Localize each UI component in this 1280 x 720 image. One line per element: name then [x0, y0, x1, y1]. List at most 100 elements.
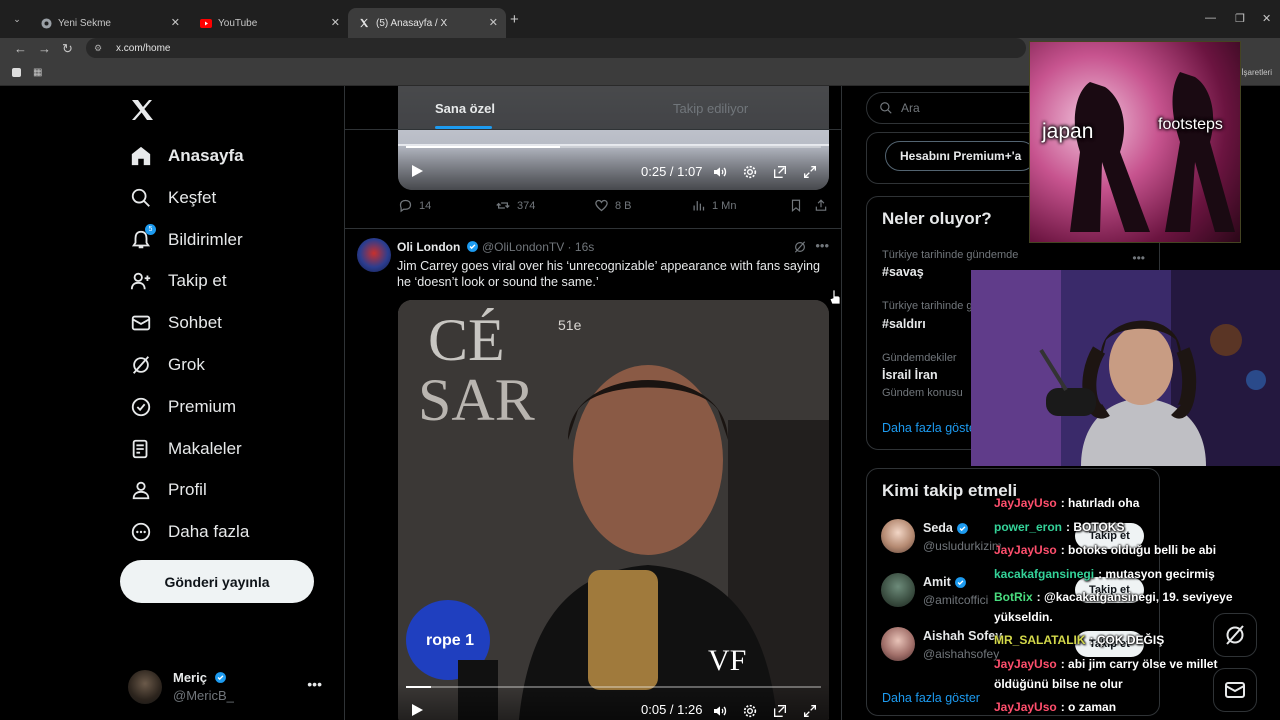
video-player[interactable]: CÉ SAR 51e rope 1 VF 0:05 / 1:26 — [398, 300, 829, 720]
more-dots-icon[interactable]: ••• — [1132, 251, 1145, 265]
chat-message: MR_SALATALIK: ÇOK DEĞIŞ — [994, 633, 1165, 647]
more-dots-icon[interactable]: ••• — [815, 238, 829, 253]
avatar[interactable] — [357, 238, 391, 272]
tab-following[interactable]: Takip ediliyor — [673, 101, 748, 116]
messages-floating-button[interactable] — [1213, 668, 1257, 712]
feed-tabs: Sana özel Takip ediliyor — [345, 86, 841, 130]
nav-label: Anasayfa — [168, 146, 244, 165]
avatar[interactable] — [881, 519, 915, 553]
nav-more[interactable]: Daha fazla — [130, 517, 249, 547]
new-tab-plus-icon[interactable]: + — [510, 11, 519, 28]
verified-badge-icon — [954, 576, 966, 588]
close-tab-icon[interactable]: ✕ — [489, 16, 498, 29]
tab-search-icon[interactable]: ⌄ — [8, 10, 26, 28]
tab-title: YouTube — [218, 17, 258, 29]
play-icon[interactable] — [410, 703, 424, 717]
grok-floating-button[interactable] — [1213, 613, 1257, 657]
nav-label: Makaleler — [168, 439, 242, 458]
post-author-handle[interactable]: @OliLondonTV · 16s — [482, 240, 594, 254]
suggested-user-name[interactable]: Amit — [923, 575, 967, 589]
nav-grok[interactable]: Grok — [130, 350, 205, 380]
settings-gear-icon[interactable] — [742, 164, 758, 180]
verified-badge-icon — [214, 672, 226, 683]
stream-meme-overlay: japan footsteps — [1029, 41, 1241, 243]
reload-icon[interactable]: ↻ — [62, 41, 73, 57]
nav-label: Profil — [168, 480, 207, 499]
verified-badge-icon — [956, 522, 968, 534]
x-logo-icon[interactable] — [130, 98, 154, 122]
trend-name[interactable]: #savaş — [882, 265, 924, 279]
chat-message: JayJayUso: abi jim carry ölse ve millet — [994, 657, 1218, 671]
nav-label: Keşfet — [168, 188, 217, 207]
trend-context: Türkiye tarihinde g — [882, 300, 973, 312]
minimize-icon[interactable]: — — [1205, 12, 1216, 24]
tab-x-home[interactable]: (5) Anasayfa / X ✕ — [348, 8, 506, 38]
chat-message: power_eron: BOTOKS — [994, 520, 1125, 534]
back-arrow-icon[interactable]: ← — [14, 41, 27, 56]
address-bar[interactable]: ⚙ x.com/home — [86, 38, 1026, 58]
tab-new-tab[interactable]: Yeni Sekme ✕ — [30, 8, 188, 38]
tab-youtube[interactable]: YouTube ✕ — [190, 8, 348, 38]
home-icon — [130, 145, 152, 167]
svg-text:CÉ: CÉ — [428, 307, 505, 373]
settings-gear-icon[interactable] — [742, 703, 758, 719]
nav-notifications[interactable]: 5 Bildirimler — [130, 224, 243, 255]
trend-name[interactable]: İsrail İran — [882, 368, 938, 382]
close-tab-icon[interactable]: ✕ — [171, 16, 180, 29]
bookmark-button[interactable] — [789, 198, 809, 213]
share-button[interactable] — [814, 198, 834, 213]
streamer-webcam — [971, 270, 1280, 466]
post-button[interactable]: Gönderi yayınla — [120, 560, 314, 603]
nav-premium[interactable]: Premium — [130, 392, 236, 422]
close-tab-icon[interactable]: ✕ — [331, 16, 340, 29]
play-icon[interactable] — [410, 164, 424, 178]
search-placeholder: Ara — [901, 101, 920, 115]
fullscreen-icon[interactable] — [802, 703, 818, 719]
forward-arrow-icon[interactable]: → — [38, 41, 51, 56]
add-person-icon — [130, 270, 152, 292]
nav-articles[interactable]: Makaleler — [130, 434, 242, 464]
premium-upgrade-button[interactable]: Hesabını Premium+'a — [885, 141, 1037, 171]
video-progress-bar[interactable] — [406, 686, 821, 688]
pip-icon[interactable] — [772, 703, 788, 719]
trend-context: Türkiye tarihinde gündemde — [882, 249, 1019, 261]
trends-title: Neler oluyor? — [882, 209, 992, 228]
trends-show-more-link[interactable]: Daha fazla göster — [882, 421, 980, 435]
tab-for-you[interactable]: Sana özel — [435, 101, 495, 116]
avatar[interactable] — [881, 573, 915, 607]
nav-profile[interactable]: Profil — [130, 475, 207, 505]
mail-icon — [1225, 682, 1245, 698]
repost-button[interactable]: 374 — [495, 198, 535, 213]
close-window-icon[interactable]: ✕ — [1262, 12, 1271, 25]
video-progress-bar[interactable] — [406, 146, 821, 148]
suggested-user-name[interactable]: Seda — [923, 521, 969, 535]
who-show-more-link[interactable]: Daha fazla göster — [882, 691, 980, 705]
nav-explore[interactable]: Keşfet — [130, 183, 216, 213]
nav-follow[interactable]: Takip et — [130, 266, 227, 296]
volume-icon[interactable] — [712, 164, 728, 180]
trend-name[interactable]: #saldırı — [882, 317, 926, 331]
views-count[interactable]: 1 Mn — [691, 198, 736, 213]
post-author-name[interactable]: Oli London — [397, 240, 479, 254]
volume-icon[interactable] — [712, 703, 728, 719]
site-info-icon[interactable]: ⚙ — [94, 43, 106, 53]
nav-chat[interactable]: Sohbet — [130, 308, 222, 338]
account-switcher[interactable]: Meriç @MericB_ ••• — [128, 668, 328, 708]
apps-grid-icon[interactable]: ▦ — [33, 67, 42, 78]
article-icon — [130, 438, 152, 460]
pip-icon[interactable] — [772, 164, 788, 180]
bookmark-app-icon[interactable] — [12, 68, 21, 77]
repost-icon — [496, 202, 510, 209]
more-dots-icon[interactable]: ••• — [307, 676, 322, 692]
fullscreen-icon[interactable] — [802, 164, 818, 180]
like-button[interactable]: 8 B — [594, 198, 632, 213]
reply-button[interactable]: 14 — [398, 198, 431, 213]
svg-text:51e: 51e — [558, 317, 582, 333]
nav-home[interactable]: Anasayfa — [130, 141, 244, 171]
suggested-user-handle: @amitcoffici — [923, 593, 989, 607]
avatar[interactable] — [881, 627, 915, 661]
maximize-icon[interactable]: ❐ — [1235, 12, 1245, 25]
nav-label: Daha fazla — [168, 522, 250, 541]
grok-icon[interactable] — [793, 240, 807, 254]
grok-icon — [1226, 625, 1244, 645]
